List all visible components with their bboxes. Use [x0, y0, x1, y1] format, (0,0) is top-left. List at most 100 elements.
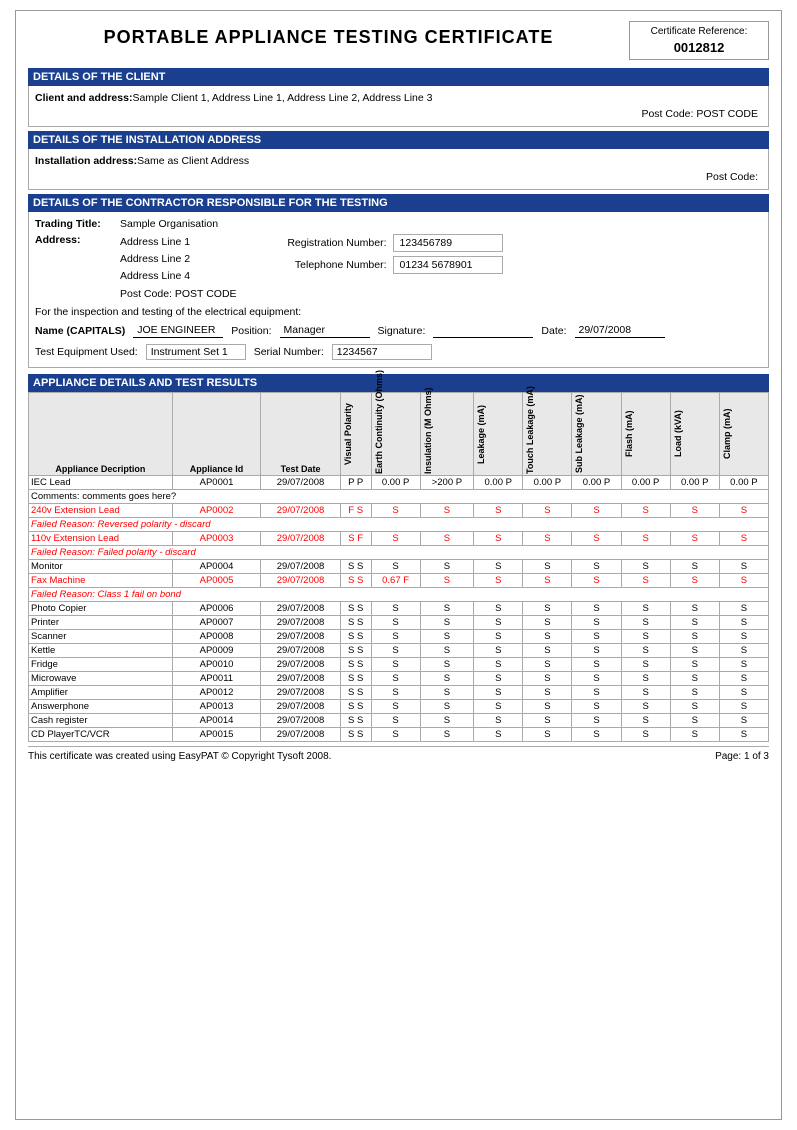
installation-value: Same as Client Address [137, 155, 762, 167]
cell-earth: S [371, 672, 420, 686]
cell-earth: 0.67 F [371, 574, 420, 588]
cell-desc: Cash register [29, 714, 173, 728]
cell-sub: S [572, 658, 621, 672]
client-address-row: Client and address: Sample Client 1, Add… [35, 90, 762, 106]
cell-flash: S [621, 714, 670, 728]
cell-load: S [670, 686, 719, 700]
cell-sub: S [572, 630, 621, 644]
cell-date: 29/07/2008 [261, 728, 341, 742]
cell-earth: S [371, 644, 420, 658]
cell-insulation: S [420, 560, 474, 574]
cell-load: S [670, 504, 719, 518]
cell-id: AP0009 [172, 644, 261, 658]
cell-date: 29/07/2008 [261, 476, 341, 490]
name-value: JOE ENGINEER [133, 323, 223, 338]
page: PORTABLE APPLIANCE TESTING CERTIFICATE C… [15, 10, 782, 1120]
cell-id: AP0008 [172, 630, 261, 644]
fail-reason-row: Failed Reason: Failed polarity - discard [29, 546, 769, 560]
cell-id: AP0010 [172, 658, 261, 672]
client-postcode-label: Post Code: [641, 108, 693, 120]
cell-flash: S [621, 658, 670, 672]
footer-copyright: This certificate was created using EasyP… [28, 751, 331, 762]
th-sub: Sub Leakage (mA) [572, 393, 621, 476]
position-label: Position: [231, 325, 271, 337]
cell-load: S [670, 658, 719, 672]
cell-date: 29/07/2008 [261, 616, 341, 630]
signature-label: Signature: [378, 325, 426, 337]
cell-load: S [670, 728, 719, 742]
cell-load: S [670, 700, 719, 714]
cell-leakage: 0.00 P [474, 476, 523, 490]
cell-clamp: S [719, 686, 768, 700]
cell-earth: S [371, 616, 420, 630]
table-row: 110v Extension LeadAP000329/07/2008S FSS… [29, 532, 769, 546]
table-row: 240v Extension LeadAP000229/07/2008F SSS… [29, 504, 769, 518]
tel-label: Telephone Number: [257, 259, 387, 271]
table-row: PrinterAP000729/07/2008S SSSSSSSSS [29, 616, 769, 630]
cell-flash: S [621, 686, 670, 700]
cell-id: AP0001 [172, 476, 261, 490]
cell-leakage: S [474, 504, 523, 518]
cell-date: 29/07/2008 [261, 672, 341, 686]
cell-leakage: S [474, 700, 523, 714]
cell-insulation: S [420, 658, 474, 672]
cell-id: AP0004 [172, 560, 261, 574]
cell-touch: S [523, 616, 572, 630]
date-label: Date: [541, 325, 566, 337]
cell-sub: S [572, 560, 621, 574]
cell-earth: S [371, 504, 420, 518]
fail-reason-cell: Failed Reason: Reversed polarity - disca… [29, 518, 769, 532]
cell-id: AP0012 [172, 686, 261, 700]
cell-visual: S S [340, 574, 371, 588]
table-row: ScannerAP000829/07/2008S SSSSSSSSS [29, 630, 769, 644]
contractor-address-row: Address: Address Line 1 Address Line 2 A… [35, 232, 762, 302]
cell-touch: S [523, 602, 572, 616]
cell-leakage: S [474, 532, 523, 546]
cell-leakage: S [474, 574, 523, 588]
cell-insulation: S [420, 602, 474, 616]
contractor-section-header: DETAILS OF THE CONTRACTOR RESPONSIBLE FO… [28, 194, 769, 212]
signature-value [433, 323, 533, 338]
cell-id: AP0014 [172, 714, 261, 728]
cell-date: 29/07/2008 [261, 504, 341, 518]
client-section-header: DETAILS OF THE CLIENT [28, 68, 769, 86]
cell-insulation: S [420, 672, 474, 686]
addr-line-1: Address Line 1 [120, 234, 237, 251]
cell-leakage: S [474, 644, 523, 658]
cell-insulation: S [420, 686, 474, 700]
cell-sub: S [572, 602, 621, 616]
installation-label: Installation address: [35, 155, 137, 167]
client-label: Client and address: [35, 92, 132, 104]
cell-date: 29/07/2008 [261, 686, 341, 700]
cell-desc: 110v Extension Lead [29, 532, 173, 546]
contractor-address-content: Address Line 1 Address Line 2 Address Li… [120, 234, 762, 300]
cell-flash: S [621, 602, 670, 616]
fail-reason-cell: Failed Reason: Failed polarity - discard [29, 546, 769, 560]
contractor-address-label: Address: [35, 234, 120, 246]
th-date: Test Date [261, 393, 341, 476]
appliance-section: APPLIANCE DETAILS AND TEST RESULTS Appli… [28, 374, 769, 742]
cell-clamp: S [719, 728, 768, 742]
cell-earth: S [371, 560, 420, 574]
cell-desc: Scanner [29, 630, 173, 644]
cell-sub: S [572, 532, 621, 546]
cell-leakage: S [474, 602, 523, 616]
cell-clamp: S [719, 630, 768, 644]
cell-desc: Microwave [29, 672, 173, 686]
footer: This certificate was created using EasyP… [28, 746, 769, 762]
client-value: Sample Client 1, Address Line 1, Address… [132, 92, 762, 104]
cell-load: S [670, 672, 719, 686]
cell-clamp: S [719, 532, 768, 546]
contractor-section-body: Trading Title: Sample Organisation Addre… [28, 212, 769, 368]
cell-desc: Photo Copier [29, 602, 173, 616]
cell-load: S [670, 644, 719, 658]
cell-touch: S [523, 700, 572, 714]
cell-leakage: S [474, 630, 523, 644]
date-value: 29/07/2008 [575, 323, 665, 338]
cell-earth: S [371, 700, 420, 714]
cell-sub: S [572, 686, 621, 700]
contractor-section: DETAILS OF THE CONTRACTOR RESPONSIBLE FO… [28, 194, 769, 368]
reg-number-row: Registration Number: 123456789 [257, 234, 503, 252]
th-clamp: Clamp (mA) [719, 393, 768, 476]
cell-earth: S [371, 686, 420, 700]
